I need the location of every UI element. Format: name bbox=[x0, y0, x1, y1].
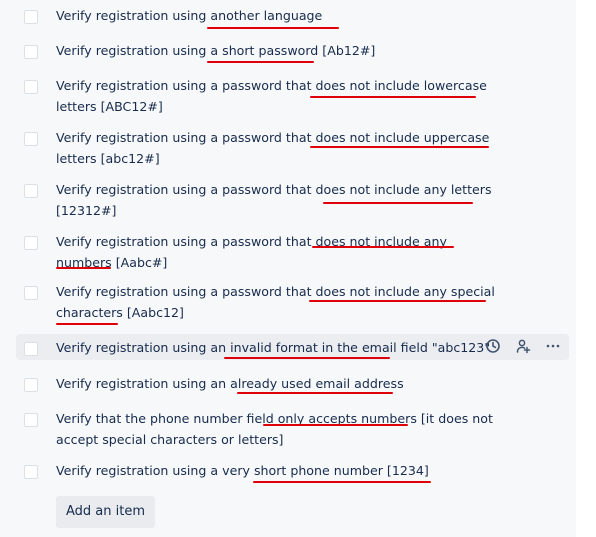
annotation-underline bbox=[310, 146, 489, 148]
assign-user-icon[interactable] bbox=[513, 336, 533, 356]
item-label[interactable]: Verify registration using a password tha… bbox=[56, 231, 496, 273]
annotation-underline bbox=[207, 61, 314, 63]
checklist-item[interactable]: Verify that the phone number field only … bbox=[16, 405, 569, 449]
annotation-underline bbox=[309, 300, 486, 302]
add-item-button[interactable]: Add an item bbox=[56, 496, 155, 528]
clock-icon[interactable] bbox=[483, 336, 503, 356]
checklist-item[interactable]: Verify registration using a short passwo… bbox=[16, 37, 569, 63]
checklist-item[interactable]: Verify registration using a very short p… bbox=[16, 457, 569, 483]
item-label[interactable]: Verify registration using a password tha… bbox=[56, 127, 496, 169]
item-checkbox[interactable] bbox=[24, 413, 38, 427]
checklist-item[interactable]: Verify registration using another langua… bbox=[16, 2, 569, 28]
checklist-item[interactable]: Verify registration using a password tha… bbox=[16, 278, 569, 326]
annotation-underline bbox=[207, 27, 339, 29]
right-edge-background bbox=[576, 0, 596, 537]
item-label[interactable]: Verify that the phone number field only … bbox=[56, 408, 496, 450]
item-label[interactable]: Verify registration using an invalid for… bbox=[56, 337, 496, 358]
annotation-underline bbox=[323, 202, 473, 204]
item-label[interactable]: Verify registration using a password tha… bbox=[56, 179, 496, 221]
item-label[interactable]: Verify registration using a very short p… bbox=[56, 460, 496, 481]
annotation-underline bbox=[224, 357, 390, 359]
item-label[interactable]: Verify registration using another langua… bbox=[56, 5, 496, 26]
item-checkbox[interactable] bbox=[24, 184, 38, 198]
checklist-panel: Verify registration using another langua… bbox=[0, 0, 576, 537]
item-checkbox[interactable] bbox=[24, 45, 38, 59]
row-actions bbox=[483, 334, 563, 358]
checklist-item[interactable]: Verify registration using a password tha… bbox=[16, 72, 569, 116]
item-checkbox[interactable] bbox=[24, 286, 38, 300]
item-checkbox[interactable] bbox=[24, 465, 38, 479]
item-checkbox[interactable] bbox=[24, 236, 38, 250]
annotation-underline bbox=[56, 323, 118, 325]
item-label[interactable]: Verify registration using a password tha… bbox=[56, 281, 496, 323]
annotation-underline bbox=[310, 96, 476, 98]
annotation-underline bbox=[263, 424, 408, 426]
item-label[interactable]: Verify registration using an already use… bbox=[56, 373, 496, 394]
item-checkbox[interactable] bbox=[24, 80, 38, 94]
item-checkbox[interactable] bbox=[24, 132, 38, 146]
annotation-underline bbox=[237, 392, 393, 394]
annotation-underline bbox=[56, 267, 111, 269]
item-checkbox[interactable] bbox=[24, 342, 38, 356]
checklist-item[interactable]: Verify registration using a password tha… bbox=[16, 176, 569, 220]
more-icon[interactable] bbox=[543, 336, 563, 356]
annotation-underline bbox=[312, 246, 454, 248]
item-label[interactable]: Verify registration using a short passwo… bbox=[56, 40, 496, 61]
item-checkbox[interactable] bbox=[24, 10, 38, 24]
checklist-item[interactable]: Verify registration using a password tha… bbox=[16, 228, 569, 272]
item-checkbox[interactable] bbox=[24, 378, 38, 392]
annotation-underline bbox=[253, 481, 431, 483]
